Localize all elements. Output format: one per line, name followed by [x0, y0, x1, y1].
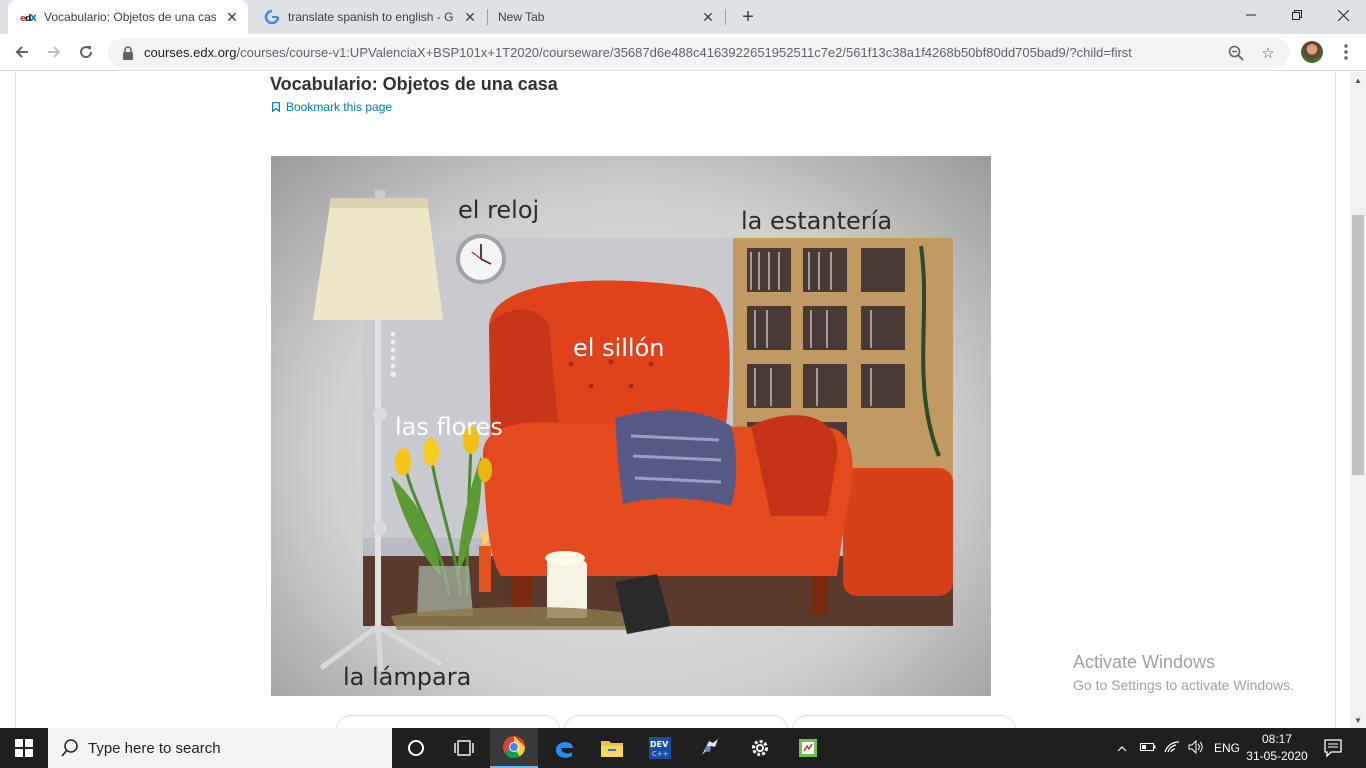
clock-date: 31-05-2020 — [1246, 749, 1308, 763]
close-tab-icon[interactable]: ✕ — [224, 9, 240, 25]
system-tray: ENG — [1114, 728, 1244, 768]
minimize-button[interactable] — [1228, 0, 1274, 30]
taskbar-search-box[interactable]: Type here to search — [48, 728, 392, 768]
edge-icon[interactable] — [540, 728, 588, 768]
profile-avatar[interactable] — [1301, 41, 1323, 63]
label-reloj: el reloj — [458, 196, 540, 224]
vocabulary-image: el reloj la estantería el sillón las flo… — [271, 156, 991, 696]
settings-icon[interactable] — [736, 728, 784, 768]
search-placeholder: Type here to search — [88, 739, 221, 757]
label-lampara: la lámpara — [343, 663, 472, 691]
file-explorer-icon[interactable] — [588, 728, 636, 768]
devcpp-icon[interactable]: DEV C++ — [636, 728, 684, 768]
task-view-icon[interactable] — [440, 728, 488, 768]
wifi-icon[interactable] — [1160, 740, 1184, 757]
menu-icon[interactable] — [1336, 41, 1356, 63]
show-hidden-icons-icon[interactable] — [1114, 741, 1130, 755]
language-indicator[interactable]: ENG — [1210, 741, 1244, 755]
google-icon — [264, 9, 280, 25]
url-path: /courses/course-v1:UPValenciaX+BSP101x+1… — [236, 45, 1132, 60]
windows-taskbar: Type here to search DEV C++ ENG 08:17 31… — [0, 728, 1366, 768]
unit-nav-button[interactable] — [564, 715, 788, 728]
room-illustration — [313, 190, 953, 672]
tab-new[interactable]: New Tab ✕ — [488, 0, 724, 34]
battery-icon[interactable] — [1136, 741, 1160, 755]
tab-edx[interactable]: edX Vocabulario: Objetos de una casa ✕ — [8, 0, 248, 34]
content-border — [15, 72, 16, 728]
label-flores: las flores — [395, 413, 503, 441]
cortana-icon[interactable] — [392, 728, 440, 768]
unit-nav-button[interactable] — [336, 715, 560, 728]
label-sillon: el sillón — [573, 334, 665, 362]
chrome-icon[interactable] — [490, 728, 538, 768]
tab-title: New Tab — [498, 10, 545, 24]
reload-button[interactable] — [73, 39, 99, 65]
svg-text:C++: C++ — [652, 750, 669, 758]
activate-windows-watermark: Activate Windows Go to Settings to activ… — [1073, 652, 1294, 693]
search-icon — [61, 739, 78, 757]
close-window-button[interactable] — [1320, 0, 1366, 30]
address-bar[interactable]: courses.edx.org/courses/course-v1:UPVale… — [108, 38, 1290, 67]
activate-subtitle: Go to Settings to activate Windows. — [1073, 677, 1294, 693]
svg-text:DEV: DEV — [650, 740, 669, 749]
bookmark-label: Bookmark this page — [286, 100, 393, 114]
page-title: Vocabulario: Objetos de una casa — [270, 74, 558, 94]
url-host: courses.edx.org — [144, 45, 237, 60]
close-tab-icon[interactable]: ✕ — [700, 9, 716, 25]
forward-button[interactable] — [41, 39, 67, 65]
star-icon[interactable]: ☆ — [1258, 43, 1278, 63]
app-icon[interactable] — [686, 728, 734, 768]
clock-time: 08:17 — [1261, 732, 1293, 746]
url-text[interactable]: courses.edx.org/courses/course-v1:UPVale… — [144, 45, 1226, 60]
windows-logo-icon — [15, 739, 33, 757]
tab-strip: edX Vocabulario: Objetos de una casa ✕ t… — [0, 0, 1366, 34]
lock-icon[interactable] — [122, 45, 134, 60]
page-viewport: Vocabulario: Objetos de una casa Bookmar… — [0, 72, 1350, 728]
scroll-down-arrow-icon[interactable]: ▼ — [1350, 712, 1366, 728]
tab-google[interactable]: translate spanish to english - Google Se… — [252, 0, 486, 34]
content-border — [1335, 72, 1336, 728]
svg-text:X: X — [30, 14, 36, 22]
browser-toolbar: courses.edx.org/courses/course-v1:UPVale… — [0, 34, 1366, 71]
bookmark-link[interactable]: Bookmark this page — [272, 100, 392, 114]
scroll-up-arrow-icon[interactable]: ▲ — [1350, 72, 1366, 88]
notepad-icon[interactable] — [784, 728, 832, 768]
scrollbar-thumb[interactable] — [1352, 215, 1364, 475]
notification-center-icon[interactable] — [1320, 736, 1346, 760]
start-button[interactable] — [0, 728, 48, 768]
taskbar-clock[interactable]: 08:17 31-05-2020 — [1244, 731, 1310, 765]
tab-title: Vocabulario: Objetos de una casa — [44, 10, 216, 24]
back-button[interactable] — [9, 39, 35, 65]
zoom-icon[interactable] — [1226, 43, 1246, 63]
volume-icon[interactable] — [1184, 739, 1208, 757]
label-estanteria: la estantería — [741, 207, 893, 235]
close-tab-icon[interactable]: ✕ — [462, 9, 478, 25]
new-tab-button[interactable]: + — [736, 5, 760, 29]
tab-title: translate spanish to english - Google Se… — [288, 10, 454, 24]
unit-nav-button[interactable] — [792, 715, 1016, 728]
bookmark-icon — [272, 102, 280, 112]
tab-separator — [725, 9, 726, 25]
activate-title: Activate Windows — [1073, 652, 1216, 672]
restore-button[interactable] — [1274, 0, 1320, 30]
edx-icon: edX — [20, 9, 36, 25]
